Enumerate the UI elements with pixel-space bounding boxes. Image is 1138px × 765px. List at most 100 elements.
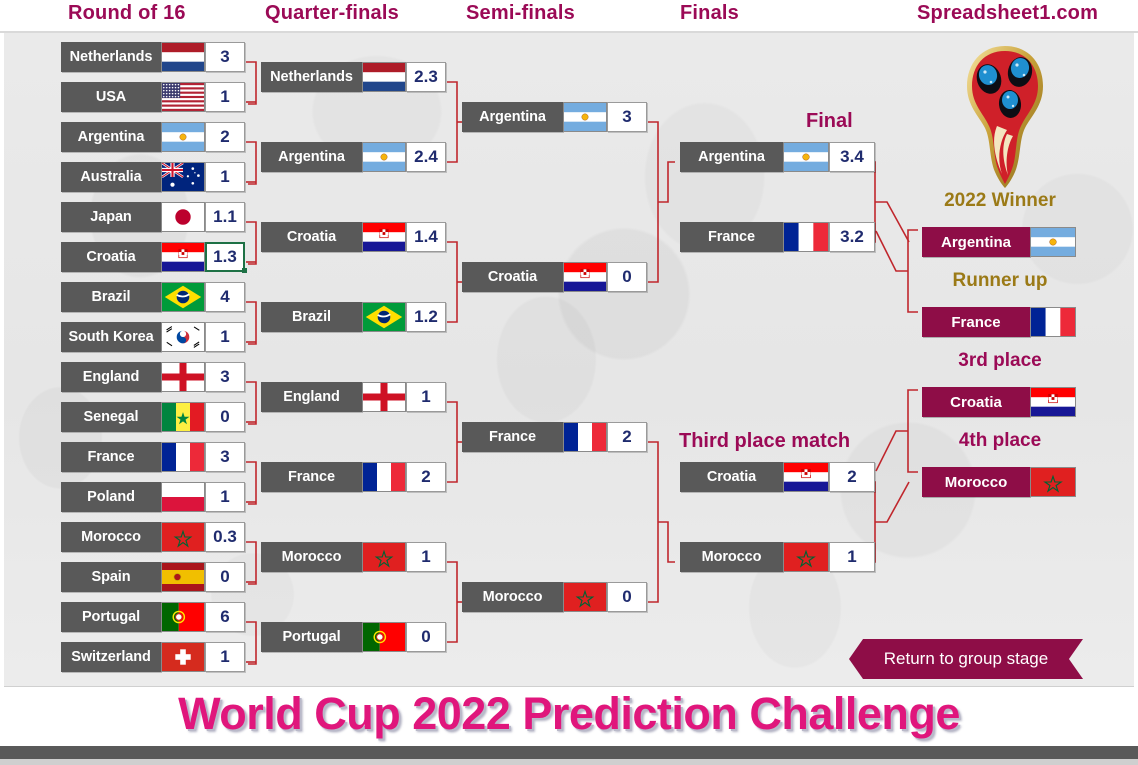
team-name-cell[interactable]: Netherlands xyxy=(261,62,362,92)
page-title: World Cup 2022 Prediction Challenge xyxy=(178,688,960,739)
result-team-name[interactable]: Argentina xyxy=(922,227,1030,257)
qf-match-row: Morocco 1 xyxy=(261,542,446,572)
result-team-name[interactable]: Morocco xyxy=(922,467,1030,497)
score-cell[interactable]: 1 xyxy=(205,642,245,672)
score-cell[interactable]: 0 xyxy=(205,402,245,432)
score-cell[interactable]: 2.3 xyxy=(406,62,446,92)
team-name-cell[interactable]: Argentina xyxy=(261,142,362,172)
score-cell[interactable]: 1.4 xyxy=(406,222,446,252)
score-cell[interactable]: 2 xyxy=(205,122,245,152)
flag-argentina-icon xyxy=(161,122,205,152)
flag-japan-icon xyxy=(161,202,205,232)
team-name-cell[interactable]: Morocco xyxy=(261,542,362,572)
score-cell[interactable]: 3 xyxy=(205,362,245,392)
score-cell[interactable]: 3 xyxy=(607,102,647,132)
team-name-cell[interactable]: Morocco xyxy=(61,522,161,552)
result-team-name[interactable]: Croatia xyxy=(922,387,1030,417)
flag-poland-icon xyxy=(161,482,205,512)
score-cell[interactable]: 2 xyxy=(829,462,875,492)
score-cell[interactable]: 1.1 xyxy=(205,202,245,232)
team-name-cell[interactable]: Argentina xyxy=(680,142,783,172)
qf-match-row: Brazil 1.2 xyxy=(261,302,446,332)
flag-netherlands-icon xyxy=(161,42,205,72)
team-name-cell[interactable]: France xyxy=(261,462,362,492)
team-name-cell[interactable]: Brazil xyxy=(61,282,161,312)
flag-brazil-icon xyxy=(362,302,406,332)
team-name-cell[interactable]: Poland xyxy=(61,482,161,512)
score-cell[interactable]: 4 xyxy=(205,282,245,312)
team-name-cell[interactable]: Australia xyxy=(61,162,161,192)
team-name-cell[interactable]: Senegal xyxy=(61,402,161,432)
result-row-runner-up: France xyxy=(922,307,1076,337)
team-name-cell[interactable]: Morocco xyxy=(680,542,783,572)
flag-morocco-icon xyxy=(362,542,406,572)
team-name-cell[interactable]: Spain xyxy=(61,562,161,592)
team-name-cell[interactable]: Portugal xyxy=(261,622,362,652)
qf-match-row: England 1 xyxy=(261,382,446,412)
team-name-cell[interactable]: Croatia xyxy=(61,242,161,272)
team-name-cell[interactable]: USA xyxy=(61,82,161,112)
flag-spain-icon xyxy=(161,562,205,592)
team-name-cell[interactable]: France xyxy=(680,222,783,252)
column-header-semi-finals: Semi-finals xyxy=(466,2,575,24)
team-name-cell[interactable]: Croatia xyxy=(680,462,783,492)
team-name-cell[interactable]: Japan xyxy=(61,202,161,232)
score-cell[interactable]: 1 xyxy=(829,542,875,572)
team-name-cell[interactable]: Netherlands xyxy=(61,42,161,72)
team-name-cell[interactable]: Argentina xyxy=(462,102,563,132)
score-cell[interactable]: 2 xyxy=(607,422,647,452)
qf-match-row: Portugal 0 xyxy=(261,622,446,652)
flag-portugal-icon xyxy=(362,622,406,652)
score-cell[interactable]: 2 xyxy=(406,462,446,492)
r16-match-row: Switzerland 1 xyxy=(61,642,245,672)
r16-match-row: Brazil 4 xyxy=(61,282,245,312)
score-cell[interactable]: 3.2 xyxy=(829,222,875,252)
score-cell[interactable]: 1 xyxy=(406,542,446,572)
sf-match-row: France 2 xyxy=(462,422,647,452)
team-name-cell[interactable]: Portugal xyxy=(61,602,161,632)
score-cell[interactable]: 0.3 xyxy=(205,522,245,552)
team-name-cell[interactable]: Croatia xyxy=(261,222,362,252)
qf-match-row: Argentina 2.4 xyxy=(261,142,446,172)
team-name-cell[interactable]: England xyxy=(261,382,362,412)
team-name-cell[interactable]: Brazil xyxy=(261,302,362,332)
result-label-winner: 2022 Winner xyxy=(944,190,1056,211)
score-cell[interactable]: 6 xyxy=(205,602,245,632)
team-name-cell[interactable]: Morocco xyxy=(462,582,563,612)
score-cell[interactable]: 0 xyxy=(607,262,647,292)
team-name-cell[interactable]: France xyxy=(61,442,161,472)
score-cell[interactable]: 0 xyxy=(607,582,647,612)
final-label: Final xyxy=(806,110,853,132)
return-to-group-stage-button[interactable]: Return to group stage xyxy=(849,639,1083,679)
score-cell[interactable]: 1 xyxy=(205,322,245,352)
score-cell[interactable]: 2.4 xyxy=(406,142,446,172)
score-cell[interactable]: 1 xyxy=(205,482,245,512)
r16-match-row: Croatia 1.3 xyxy=(61,242,247,273)
team-name-cell[interactable]: Croatia xyxy=(462,262,563,292)
team-name-cell[interactable]: England xyxy=(61,362,161,392)
score-cell[interactable]: 1.2 xyxy=(406,302,446,332)
team-name-cell[interactable]: France xyxy=(462,422,563,452)
flag-england-icon xyxy=(161,362,205,392)
score-cell[interactable]: 3 xyxy=(205,442,245,472)
return-button-label: Return to group stage xyxy=(883,649,1049,668)
team-name-cell[interactable]: South Korea xyxy=(61,322,161,352)
team-name-cell[interactable]: Argentina xyxy=(61,122,161,152)
score-cell[interactable]: 1 xyxy=(205,162,245,192)
flag-france-icon xyxy=(1030,307,1076,337)
score-cell[interactable]: 1 xyxy=(205,82,245,112)
r16-match-row: Japan 1.1 xyxy=(61,202,245,232)
score-cell[interactable]: 0 xyxy=(406,622,446,652)
score-cell[interactable]: 3 xyxy=(205,42,245,72)
third-place-match-row: Croatia 2 xyxy=(680,462,875,492)
score-cell[interactable]: 1 xyxy=(406,382,446,412)
score-cell[interactable]: 0 xyxy=(205,562,245,592)
qf-match-row: Netherlands 2.3 xyxy=(261,62,446,92)
sf-match-row: Croatia 0 xyxy=(462,262,647,292)
score-cell[interactable]: 3.4 xyxy=(829,142,875,172)
flag-argentina-icon xyxy=(563,102,607,132)
result-team-name[interactable]: France xyxy=(922,307,1030,337)
score-cell[interactable]: 1.3 xyxy=(205,242,247,273)
team-name-cell[interactable]: Switzerland xyxy=(61,642,161,672)
r16-match-row: Portugal 6 xyxy=(61,602,245,632)
